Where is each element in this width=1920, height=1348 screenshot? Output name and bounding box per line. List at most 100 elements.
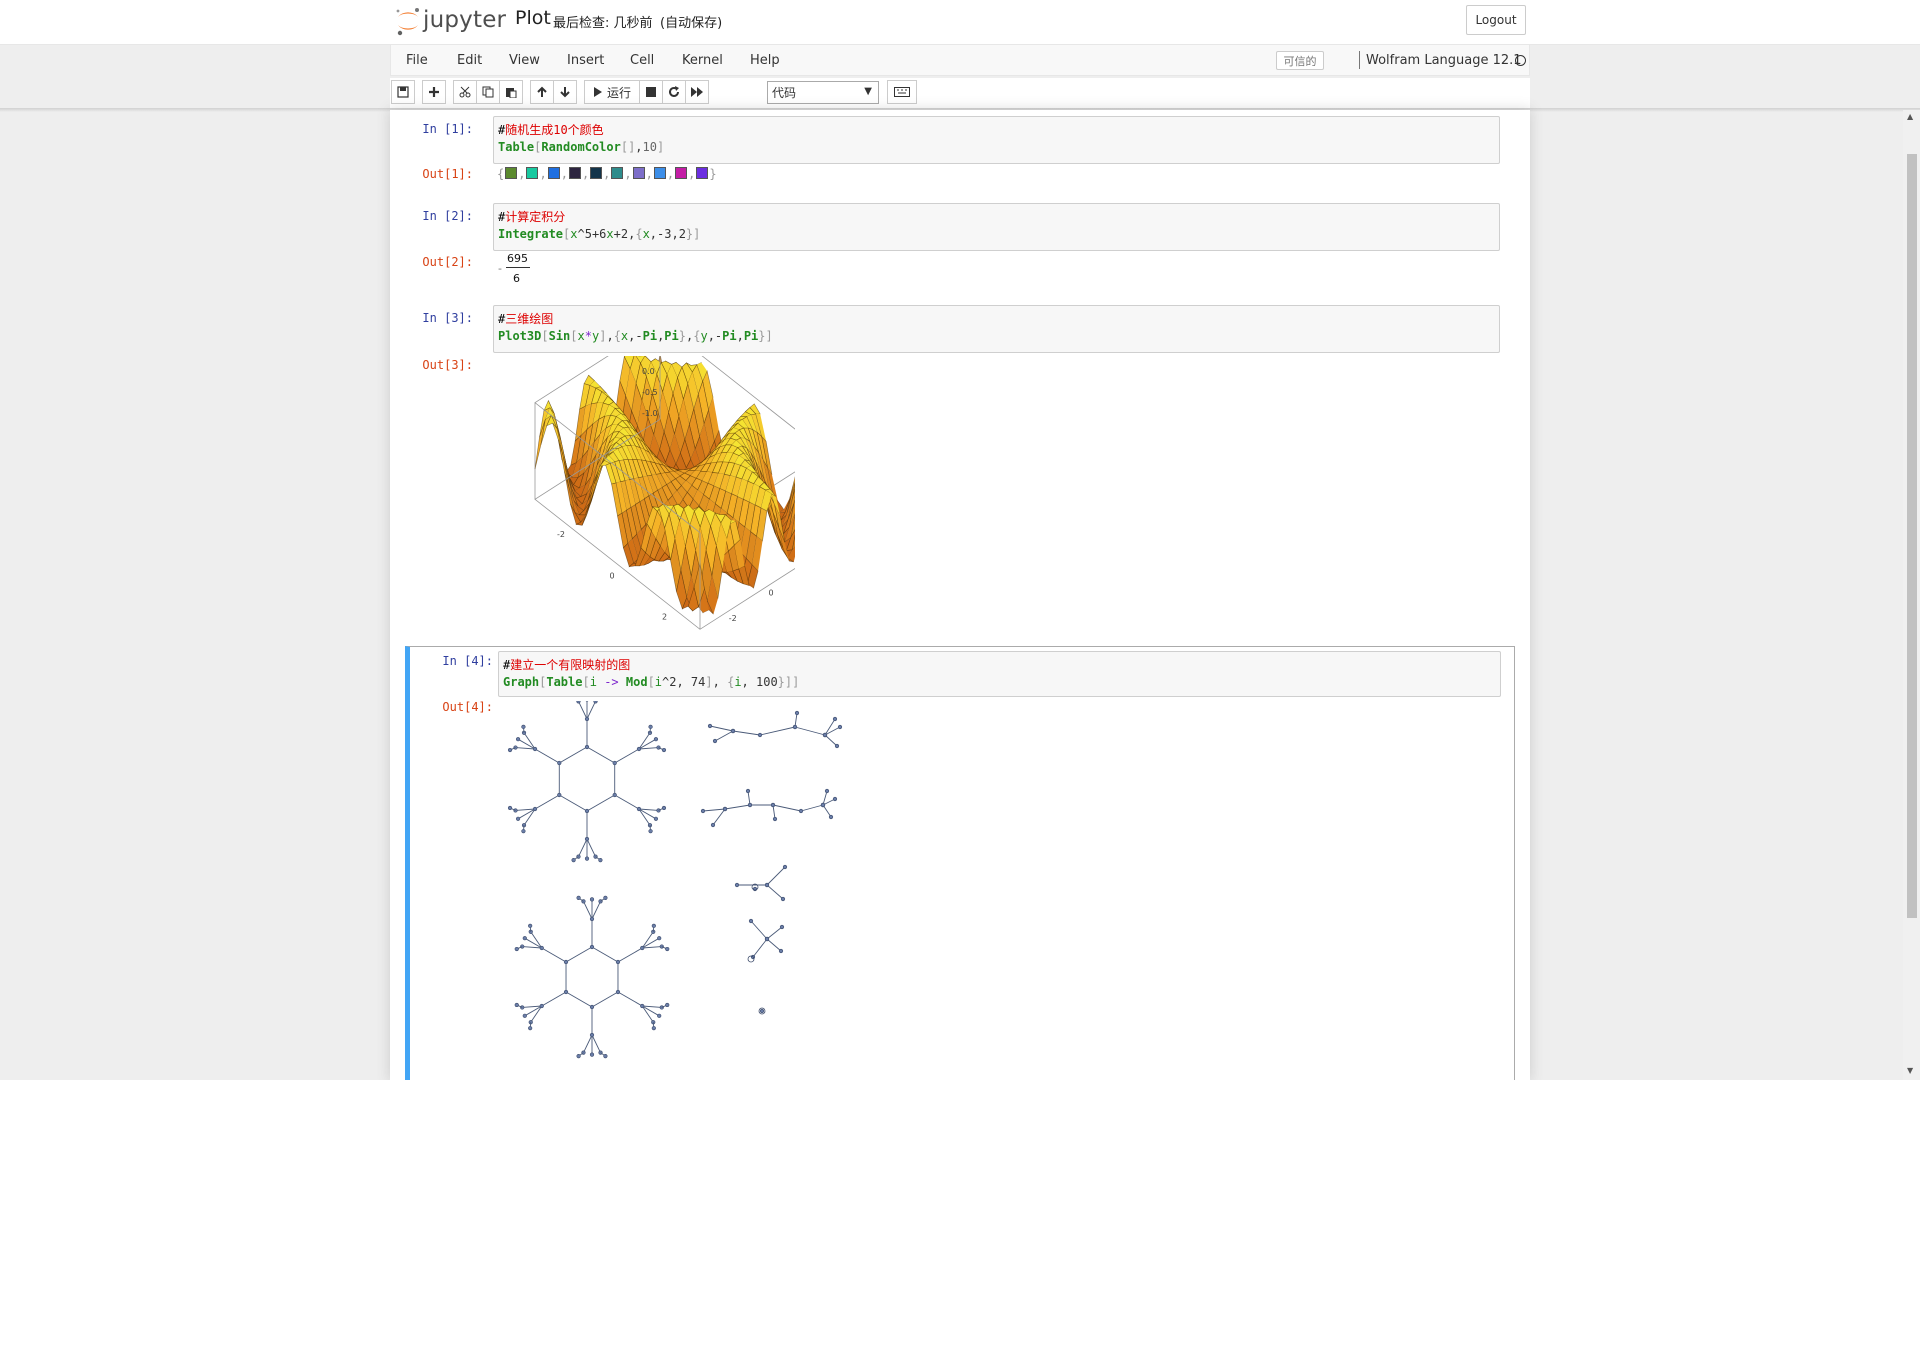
graph-vertex (832, 796, 838, 802)
keyboard-icon (894, 87, 910, 97)
notebook-title[interactable]: Plot (515, 7, 551, 29)
page-scrollbar[interactable]: ▲ ▼ (1903, 110, 1920, 1080)
graph-vertex (584, 856, 590, 861)
code-comment: 建立一个有限映射的图 (510, 658, 631, 672)
scroll-up-icon[interactable]: ▲ (1907, 112, 1913, 121)
menubar: File Edit View Insert Cell Kernel Help 可… (390, 44, 1530, 76)
graph-vertex (722, 806, 728, 812)
code-input[interactable]: #计算定积分 Integrate[x^5+6x+2,{x,-3,2}] (493, 203, 1500, 251)
graph-edge (534, 748, 560, 764)
cell-type-select[interactable]: 代码 ▼ (767, 81, 879, 104)
graph-edge (617, 947, 643, 963)
color-swatch (653, 167, 666, 179)
code-cell-1[interactable]: In [1]: #随机生成10个颜色 Table[RandomColor[],1… (405, 115, 1515, 181)
graph-edge (747, 790, 751, 806)
paste-button[interactable] (499, 80, 523, 104)
copy-icon (482, 86, 494, 98)
y-tick-label: 0 (769, 588, 774, 597)
graph-vertex (653, 816, 659, 821)
menu-kernel[interactable]: Kernel (682, 53, 723, 68)
graph-edge (638, 808, 651, 826)
graph-edge (591, 991, 619, 1008)
graph-vertex (834, 743, 840, 749)
code-line: Graph[Table[i -> Mod[i^2, 74], {i, 100}]… (503, 675, 800, 689)
header: jupyter Plot 最后检查: 几秒前 (自动保存) Logout (0, 0, 1920, 45)
graph-vertex (521, 829, 526, 834)
cut-button[interactable] (453, 80, 477, 104)
save-icon (397, 86, 409, 98)
code-input[interactable]: #随机生成10个颜色 Table[RandomColor[],10] (493, 116, 1500, 164)
graph-edge (709, 725, 734, 732)
graph-vertex (734, 882, 740, 888)
integral-result: - 695 6 (498, 252, 538, 288)
scrollbar-thumb[interactable] (1907, 154, 1917, 918)
graph-vertex (557, 792, 562, 798)
play-icon (593, 87, 602, 97)
color-swatch (632, 167, 645, 179)
graph-vertex (757, 732, 763, 738)
graph-vertex (514, 1002, 519, 1008)
graph-vertex (589, 916, 595, 922)
menu-edit[interactable]: Edit (457, 53, 482, 68)
graph-edge (794, 712, 798, 728)
graph-vertex (521, 724, 526, 729)
menu-file[interactable]: File (406, 53, 428, 68)
copy-button[interactable] (476, 80, 500, 104)
color-list-output: {,,,,,,,,,} (497, 167, 717, 181)
insert-cell-button[interactable] (422, 80, 446, 104)
run-button[interactable]: 运行 (584, 80, 640, 104)
restart-button[interactable] (662, 80, 686, 104)
graph-vertex (772, 816, 778, 822)
graph-edge (534, 794, 560, 810)
code-input[interactable]: #建立一个有限映射的图 Graph[Table[i -> Mod[i^2, 74… (498, 651, 1501, 697)
graph-vertex (648, 829, 653, 834)
menu-insert[interactable]: Insert (567, 53, 604, 68)
save-button[interactable] (391, 80, 415, 104)
move-up-button[interactable] (530, 80, 554, 104)
scroll-down-icon[interactable]: ▼ (1907, 1066, 1913, 1075)
graph-edge (794, 726, 826, 736)
fast-forward-icon (691, 87, 703, 97)
graph-vertex (794, 710, 800, 716)
graph-edge (759, 726, 796, 736)
graph-vertex (522, 936, 527, 941)
move-down-button[interactable] (553, 80, 577, 104)
menu-cell[interactable]: Cell (630, 53, 654, 68)
graph-edge (523, 732, 536, 750)
code-cell-2[interactable]: In [2]: #计算定积分 Integrate[x^5+6x+2,{x,-3,… (405, 202, 1515, 285)
out-prompt: Out[1]: (422, 167, 473, 181)
graph-edge (766, 866, 786, 886)
fraction-bar (506, 267, 530, 268)
graph-vertex (528, 923, 533, 928)
graph-edge (586, 794, 615, 812)
command-palette-button[interactable] (887, 80, 917, 104)
graph-edge (523, 808, 536, 826)
graph-vertex (576, 895, 581, 900)
graph-vertex (712, 738, 718, 744)
graph-vertex (532, 746, 538, 752)
graph-edge (714, 730, 734, 742)
graph-vertex (603, 895, 608, 900)
graph-vertex (612, 792, 617, 798)
code-cell-4-selected[interactable]: In [4]: #建立一个有限映射的图 Graph[Table[i -> Mod… (405, 646, 1515, 1080)
menu-view[interactable]: View (509, 53, 540, 68)
logo-text: jupyter (423, 7, 507, 33)
graph-edge (822, 804, 832, 818)
kernel-name[interactable]: Wolfram Language 12.1 (1366, 53, 1522, 68)
result-denominator: 6 (513, 272, 520, 285)
code-cell-3[interactable]: In [3]: #三维绘图 Plot3D[Sin[x*y],{x,-Pi,Pi}… (405, 304, 1515, 634)
graph-vertex (615, 959, 621, 965)
jupyter-logo[interactable]: jupyter (393, 5, 507, 37)
graph-vertex (532, 806, 538, 812)
graph-edge (591, 946, 619, 963)
graph-vertex (636, 746, 642, 752)
trusted-badge[interactable]: 可信的 (1276, 51, 1324, 70)
graph-vertex (571, 858, 576, 863)
interrupt-button[interactable] (639, 80, 663, 104)
code-input[interactable]: #三维绘图 Plot3D[Sin[x*y],{x,-Pi,Pi},{y,-Pi,… (493, 305, 1500, 353)
menu-help[interactable]: Help (750, 53, 780, 68)
graph-edge (766, 884, 784, 900)
logout-button[interactable]: Logout (1466, 5, 1526, 35)
code-line: Table[RandomColor[],10] (498, 140, 665, 154)
restart-run-all-button[interactable] (685, 80, 709, 104)
